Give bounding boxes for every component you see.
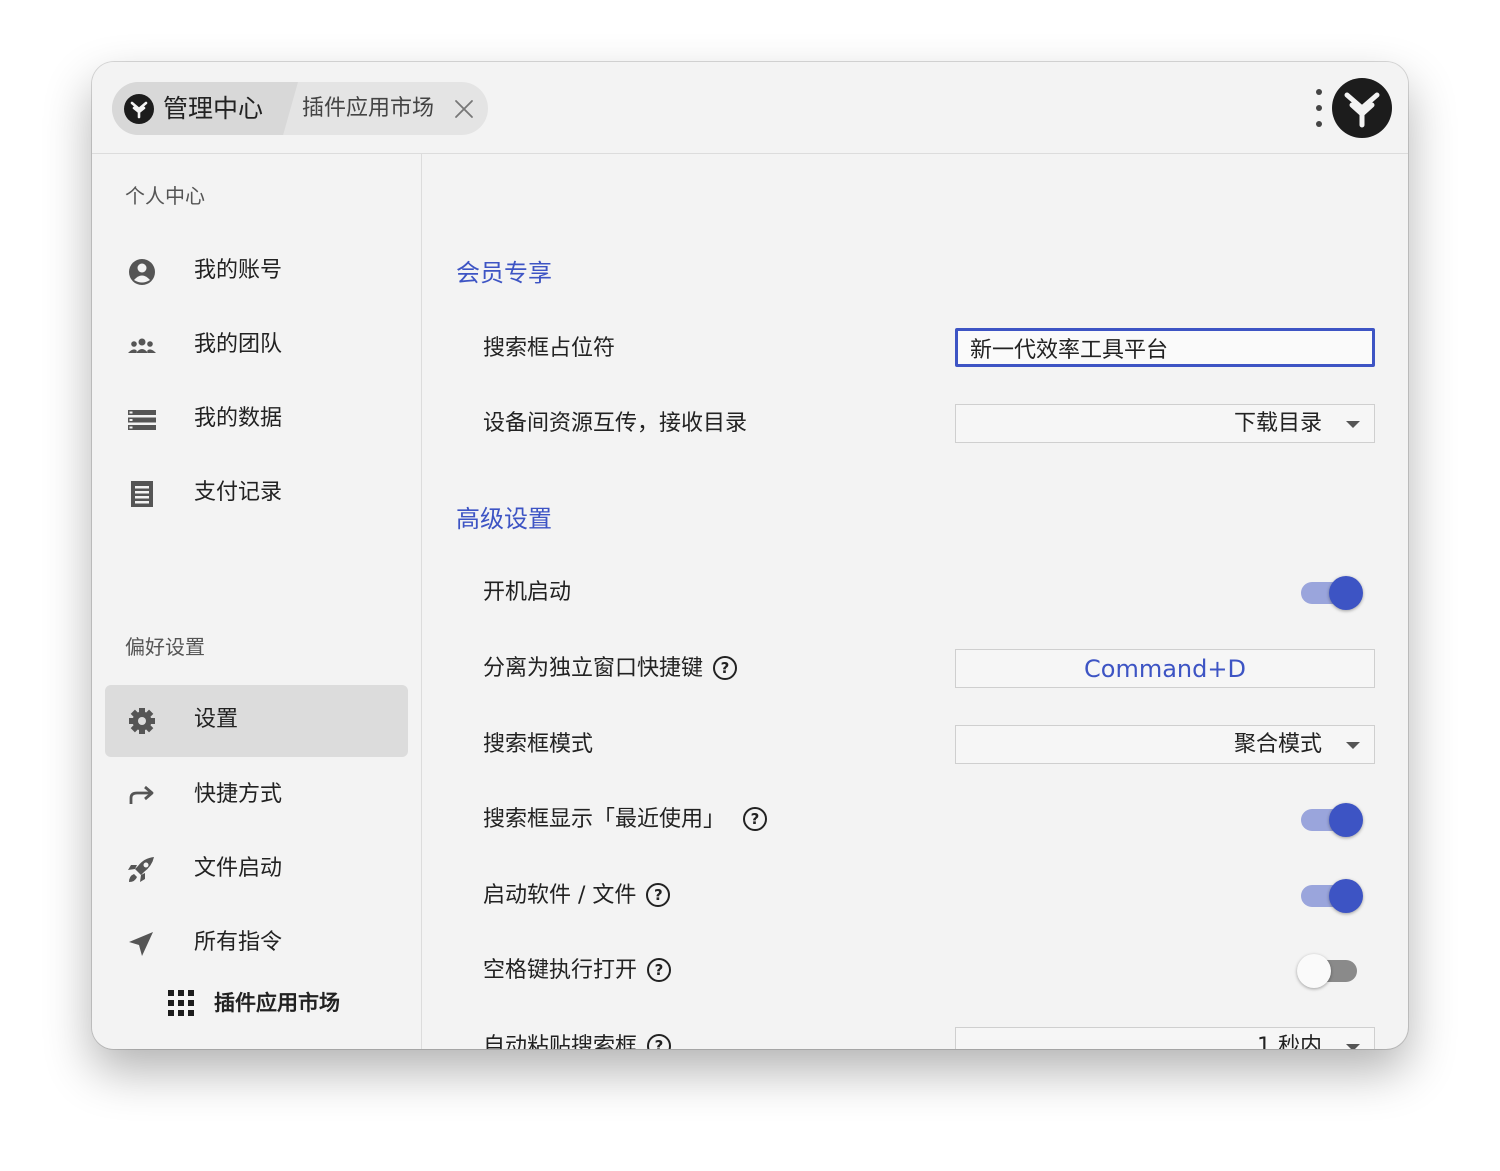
list-data-icon	[128, 410, 156, 430]
receipt-icon	[131, 481, 153, 507]
shortcut-arrow-icon	[129, 785, 154, 804]
search-mode-select[interactable]: 聚合模式	[955, 725, 1375, 764]
show-recent-label: 搜索框显示「最近使用」?	[483, 805, 768, 835]
sidebar-item-label: 我的数据	[194, 406, 283, 431]
autostart-toggle[interactable]	[1299, 575, 1363, 611]
sidebar-item-payments[interactable]: 支付记录	[105, 458, 408, 530]
launch-files-toggle[interactable]	[1299, 878, 1363, 914]
app-logo-icon	[124, 94, 154, 124]
auto-paste-select[interactable]: 1 秒内	[955, 1027, 1375, 1049]
sidebar-item-label: 我的账号	[194, 258, 283, 283]
team-icon	[128, 338, 156, 353]
section-label-preferences: 偏好设置	[125, 635, 205, 659]
placeholder-setting-label: 搜索框占位符	[483, 336, 616, 361]
sidebar-item-account[interactable]: 我的账号	[105, 236, 408, 308]
search-mode-value: 聚合模式	[1233, 732, 1322, 757]
space-open-toggle[interactable]	[1297, 953, 1363, 989]
caret-down-icon	[1346, 421, 1360, 428]
sidebar: 个人中心 我的账号 我的团队 我的数据 支付记录 偏好设置 设置 快捷方式 文件…	[92, 154, 422, 1049]
app-avatar-logo-icon[interactable]	[1332, 78, 1392, 138]
sidebar-item-settings[interactable]: 设置	[105, 685, 408, 757]
autostart-label: 开机启动	[483, 580, 572, 605]
transfer-dir-select[interactable]: 下载目录	[955, 404, 1375, 443]
sidebar-item-team[interactable]: 我的团队	[105, 310, 408, 382]
help-icon[interactable]: ?	[647, 958, 672, 982]
section-label-personal: 个人中心	[125, 184, 205, 208]
close-icon[interactable]	[454, 99, 474, 119]
sidebar-item-label: 所有指令	[194, 930, 283, 955]
sidebar-item-label: 快捷方式	[194, 782, 283, 807]
help-icon[interactable]: ?	[743, 807, 768, 831]
search-mode-label: 搜索框模式	[483, 732, 594, 757]
show-recent-toggle[interactable]	[1299, 802, 1363, 838]
toggle-thumb	[1329, 576, 1363, 610]
rocket-icon	[128, 857, 154, 882]
sidebar-item-label: 我的团队	[194, 332, 283, 357]
toggle-thumb	[1329, 879, 1363, 913]
gear-icon	[129, 708, 155, 734]
group-title-member: 会员专享	[456, 259, 552, 287]
help-icon[interactable]: ?	[647, 1034, 672, 1049]
detach-hotkey-value: Command+D	[1084, 655, 1246, 683]
sidebar-item-file-launch[interactable]: 文件启动	[105, 834, 408, 906]
sidebar-item-data[interactable]: 我的数据	[105, 384, 408, 456]
help-icon[interactable]: ?	[646, 883, 671, 907]
caret-down-icon	[1346, 742, 1360, 749]
tab-strip: 管理中心 插件应用市场	[112, 82, 488, 135]
toggle-thumb	[1329, 803, 1363, 837]
toggle-thumb	[1297, 954, 1331, 988]
send-icon	[129, 932, 153, 956]
help-icon[interactable]: ?	[713, 656, 738, 680]
tab-plugin-market-label[interactable]: 插件应用市场	[302, 94, 434, 124]
apps-grid-icon	[168, 990, 194, 1016]
transfer-dir-label: 设备间资源互传，接收目录	[483, 411, 748, 436]
transfer-dir-value: 下载目录	[1233, 411, 1322, 436]
sidebar-item-commands[interactable]: 所有指令	[105, 908, 408, 980]
app-window: 管理中心 插件应用市场 个人中心 我的账号 我的团队 我的数据 支付记录 偏好设…	[92, 62, 1408, 1049]
launch-files-label: 启动软件 / 文件?	[483, 881, 671, 911]
sidebar-item-label: 设置	[194, 707, 239, 732]
caret-down-icon	[1346, 1044, 1360, 1049]
placeholder-input[interactable]	[955, 328, 1375, 367]
auto-paste-value: 1 秒内	[1257, 1034, 1322, 1049]
more-menu-icon[interactable]	[1312, 89, 1326, 127]
account-circle-icon	[129, 259, 155, 285]
detach-hotkey-field[interactable]: Command+D	[955, 649, 1375, 688]
group-title-advanced: 高级设置	[456, 505, 552, 533]
tab-admin-center-label: 管理中心	[163, 94, 264, 123]
auto-paste-label: 自动粘贴搜索框?	[483, 1032, 672, 1049]
settings-panel: 会员专享 搜索框占位符 设备间资源互传，接收目录 下载目录 高级设置 开机启动 …	[423, 154, 1408, 1049]
plugin-market-label: 插件应用市场	[214, 991, 340, 1015]
sidebar-item-label: 支付记录	[194, 480, 283, 505]
space-open-label: 空格键执行打开?	[483, 956, 672, 986]
detach-hotkey-label: 分离为独立窗口快捷键?	[483, 654, 738, 684]
sidebar-item-label: 文件启动	[194, 856, 283, 881]
sidebar-item-shortcuts[interactable]: 快捷方式	[105, 760, 408, 832]
title-bar: 管理中心 插件应用市场	[92, 62, 1408, 154]
